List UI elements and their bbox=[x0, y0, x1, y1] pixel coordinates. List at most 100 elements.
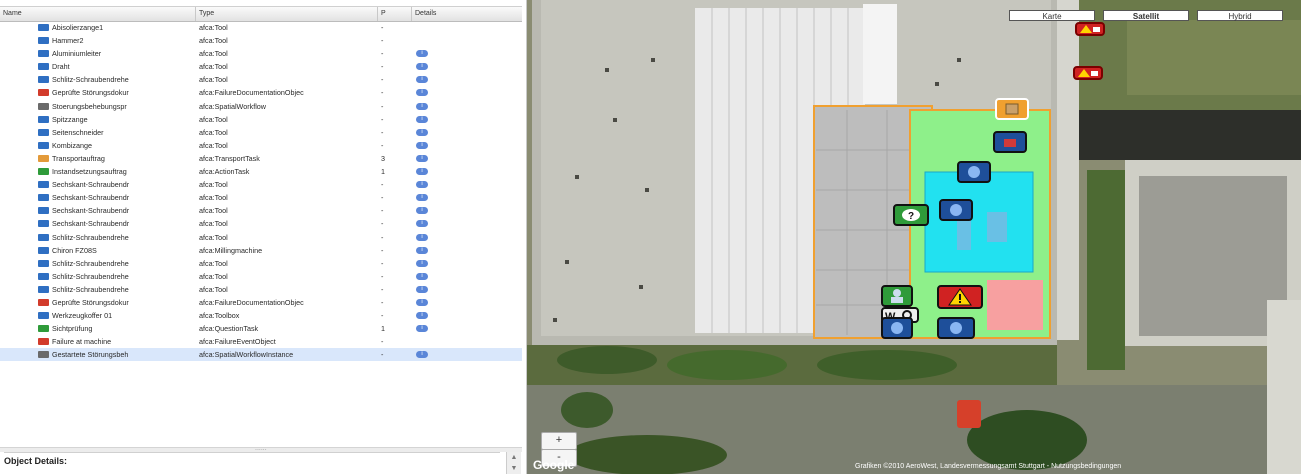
map-type-satellit-button[interactable]: Satellit bbox=[1103, 10, 1189, 21]
table-row[interactable]: Schlitz-Schraubendrehe afca:Tool - i bbox=[0, 73, 522, 86]
map-copyright[interactable]: Grafiken ©2010 AeroWest, Landesvermessun… bbox=[855, 463, 1121, 470]
details-info-icon[interactable]: i bbox=[416, 102, 428, 110]
table-row[interactable]: Sichtprüfung afca:QuestionTask 1 i bbox=[0, 322, 522, 335]
table-row[interactable]: Draht afca:Tool - i bbox=[0, 60, 522, 73]
table-row[interactable]: Abisolierzange1 afca:Tool - bbox=[0, 21, 522, 34]
table-row[interactable]: Spitzzange afca:Tool - i bbox=[0, 113, 522, 126]
details-info-icon[interactable]: i bbox=[416, 246, 428, 254]
details-info-icon[interactable]: i bbox=[416, 272, 428, 280]
tool-icon bbox=[38, 194, 49, 202]
details-info-icon[interactable]: i bbox=[416, 154, 428, 162]
row-priority: - bbox=[381, 114, 384, 124]
transport-task-marker[interactable] bbox=[995, 98, 1029, 120]
row-priority: - bbox=[381, 245, 384, 255]
details-scrollbar[interactable]: ▲ ▼ bbox=[506, 452, 521, 474]
row-priority: - bbox=[381, 232, 384, 242]
details-info-icon[interactable]: i bbox=[416, 76, 428, 84]
details-info-icon[interactable]: i bbox=[416, 50, 428, 58]
row-type: afca:FailureEventObject bbox=[199, 337, 276, 347]
failure-doc-marker-2[interactable] bbox=[1073, 66, 1103, 80]
row-priority: - bbox=[381, 284, 384, 294]
table-row[interactable]: Seitenschneider afca:Tool - i bbox=[0, 126, 522, 139]
row-name: Kombizange bbox=[52, 140, 92, 150]
details-info-icon[interactable]: i bbox=[416, 194, 428, 202]
row-name: Gestartete Störungsbeh bbox=[52, 350, 129, 360]
details-info-icon[interactable]: i bbox=[416, 128, 428, 136]
object-details-panel bbox=[4, 452, 500, 475]
table-row[interactable]: Schlitz-Schraubendrehe afca:Tool - i bbox=[0, 270, 522, 283]
row-name: Schlitz-Schraubendrehe bbox=[52, 258, 129, 268]
table-row[interactable]: Werkzeugkoffer 01 afca:Toolbox - i bbox=[0, 309, 522, 322]
satellite-map[interactable]: ? W Karte Satellit Hybrid + - Google Gra… bbox=[527, 0, 1301, 474]
row-type: afca:ActionTask bbox=[199, 167, 250, 177]
table-row[interactable]: Kombizange afca:Tool - i bbox=[0, 139, 522, 152]
table-row[interactable]: Failure at machine afca:FailureEventObjec… bbox=[0, 335, 522, 348]
details-info-icon[interactable]: i bbox=[416, 220, 428, 228]
column-header-p[interactable]: P bbox=[378, 7, 412, 21]
tool-icon bbox=[38, 63, 49, 71]
row-priority: 1 bbox=[381, 324, 385, 334]
table-row[interactable]: Sechskant-Schraubendr afca:Tool - i bbox=[0, 217, 522, 230]
tool-marker-3[interactable] bbox=[939, 199, 973, 221]
action-task-marker[interactable] bbox=[881, 285, 913, 307]
machine-zone[interactable] bbox=[924, 171, 1034, 273]
row-name: Transportauftrag bbox=[52, 153, 105, 163]
details-info-icon[interactable]: i bbox=[416, 298, 428, 306]
map-type-hybrid-button[interactable]: Hybrid bbox=[1197, 10, 1283, 21]
failure-zone[interactable] bbox=[987, 280, 1043, 330]
warning-icon bbox=[1078, 69, 1098, 77]
details-info-icon[interactable]: i bbox=[416, 259, 428, 267]
tool-marker-5[interactable] bbox=[937, 317, 975, 339]
tool-marker-2[interactable] bbox=[957, 161, 991, 183]
details-info-icon[interactable]: i bbox=[416, 89, 428, 97]
details-info-icon[interactable]: i bbox=[416, 285, 428, 293]
column-header-type[interactable]: Type bbox=[196, 7, 378, 21]
warning-icon bbox=[1080, 25, 1100, 33]
table-row[interactable]: Sechskant-Schraubendr afca:Tool - i bbox=[0, 178, 522, 191]
table-row[interactable]: Aluminiumleiter afca:Tool - i bbox=[0, 47, 522, 60]
row-type: afca:Tool bbox=[199, 23, 228, 32]
question-task-marker[interactable]: ? bbox=[893, 204, 929, 226]
column-header-name[interactable]: Name bbox=[0, 7, 196, 21]
details-info-icon[interactable]: i bbox=[416, 181, 428, 189]
table-row[interactable]: Schlitz-Schraubendrehe afca:Tool - i bbox=[0, 257, 522, 270]
column-header-details[interactable]: Details bbox=[412, 7, 522, 21]
table-row[interactable]: Schlitz-Schraubendrehe afca:Tool - i bbox=[0, 231, 522, 244]
table-row[interactable]: Schlitz-Schraubendrehe afca:Tool - i bbox=[0, 283, 522, 296]
map-type-karte-button[interactable]: Karte bbox=[1009, 10, 1095, 21]
row-type: afca:SpatialWorkflow bbox=[199, 101, 266, 111]
table-row[interactable]: Geprüfte Störungsdokur afca:FailureDocume… bbox=[0, 86, 522, 99]
details-info-icon[interactable]: i bbox=[416, 207, 428, 215]
row-name: Chiron FZ08S bbox=[52, 245, 97, 255]
row-priority: - bbox=[381, 180, 384, 190]
details-info-icon[interactable]: i bbox=[416, 63, 428, 71]
row-name: Sechskant-Schraubendr bbox=[52, 193, 130, 203]
table-row[interactable]: Geprüfte Störungsdokur afca:FailureDocume… bbox=[0, 296, 522, 309]
details-info-icon[interactable]: i bbox=[416, 168, 428, 176]
failure-event-marker[interactable] bbox=[937, 285, 983, 309]
table-row[interactable]: Sechskant-Schraubendr afca:Tool - i bbox=[0, 204, 522, 217]
details-info-icon[interactable]: i bbox=[416, 141, 428, 149]
details-info-icon[interactable]: i bbox=[416, 351, 428, 359]
row-priority: - bbox=[381, 271, 384, 281]
table-row[interactable]: Sechskant-Schraubendr afca:Tool - i bbox=[0, 191, 522, 204]
table-row[interactable]: Transportauftrag afca:TransportTask 3 i bbox=[0, 152, 522, 165]
tool-marker-4[interactable] bbox=[881, 317, 913, 339]
row-name: Sichtprüfung bbox=[52, 324, 93, 334]
row-name: Schlitz-Schraubendrehe bbox=[52, 232, 129, 242]
table-row[interactable]: Stoerungsbehebungspr afca:SpatialWorkflow… bbox=[0, 100, 522, 113]
failure-doc-marker-1[interactable] bbox=[1075, 22, 1105, 36]
question-task-icon bbox=[38, 325, 49, 333]
details-info-icon[interactable]: i bbox=[416, 325, 428, 333]
details-info-icon[interactable]: i bbox=[416, 233, 428, 241]
tool-marker-1[interactable] bbox=[993, 131, 1027, 153]
row-name: Sechskant-Schraubendr bbox=[52, 180, 130, 190]
table-row[interactable]: Hammer2 afca:Tool - bbox=[0, 34, 522, 47]
workflow-icon bbox=[38, 102, 49, 110]
table-row[interactable]: Chiron FZ08S afca:Millingmachine - i bbox=[0, 244, 522, 257]
details-info-icon[interactable]: i bbox=[416, 115, 428, 123]
table-row[interactable]: Instandsetzungsauftrag afca:ActionTask 1 i bbox=[0, 165, 522, 178]
details-info-icon[interactable]: i bbox=[416, 312, 428, 320]
zoom-in-button[interactable]: + bbox=[541, 432, 577, 450]
table-row[interactable]: Gestartete Störungsbeh afca:SpatialWorkfl… bbox=[0, 348, 522, 362]
